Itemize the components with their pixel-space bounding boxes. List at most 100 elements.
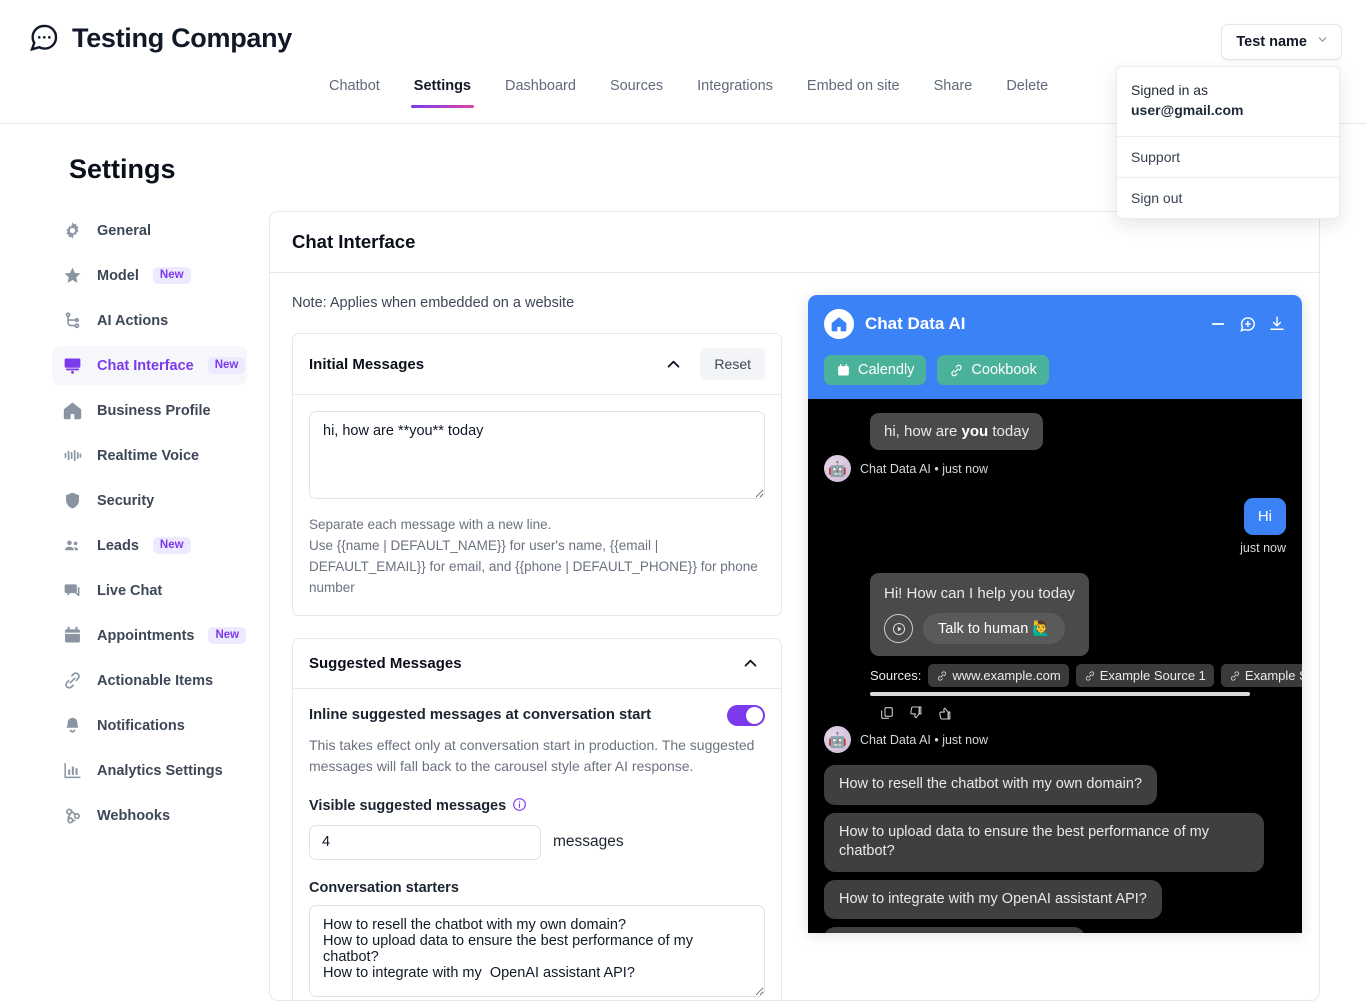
widget-messages: hi, how are you today 🤖 Chat Data AI • j… [808, 399, 1302, 933]
initial-messages-input[interactable] [309, 411, 765, 499]
source-chip-label: www.example.com [952, 668, 1061, 683]
minimize-icon[interactable] [1209, 315, 1227, 333]
top-bar: Testing Company Test name Signed in as u… [0, 0, 1366, 219]
dropdown-item-sign-out[interactable]: Sign out [1117, 176, 1339, 218]
sidebar-item-label: Appointments [97, 627, 195, 644]
settings-column: Note: Applies when embedded on a website… [292, 295, 782, 1000]
user-message-bubble: Hi [1243, 498, 1286, 535]
download-icon[interactable] [1268, 315, 1286, 333]
sidebar-item-appointments[interactable]: Appointments New [52, 616, 247, 655]
conversation-starters-input[interactable] [309, 904, 765, 997]
sidebar-item-webhooks[interactable]: Webhooks [52, 796, 247, 835]
link-icon [936, 670, 948, 682]
bot-avatar: 🤖 [824, 455, 851, 482]
sidebar-item-general[interactable]: General [52, 211, 247, 250]
account-dropdown[interactable]: Signed in as user@gmail.com Support Sign… [1116, 66, 1340, 219]
sidebar-item-analytics-settings[interactable]: Analytics Settings [52, 751, 247, 790]
chevron-up-icon[interactable] [659, 354, 688, 375]
sidebar-item-business-profile[interactable]: Business Profile [52, 391, 247, 430]
sidebar-item-label: Business Profile [97, 402, 211, 419]
source-chip[interactable]: Example Source 1 [1075, 664, 1214, 687]
sidebar-item-badge: New [208, 626, 247, 645]
new-chat-icon[interactable] [1238, 315, 1257, 334]
dropdown-item-support[interactable]: Support [1117, 135, 1339, 177]
sidebar-item-label: Notifications [97, 717, 185, 734]
suggested-message-chip[interactable]: How to integrate with my OpenAI assistan… [824, 879, 1162, 920]
inline-suggested-description: This takes effect only at conversation s… [309, 736, 755, 774]
inline-suggested-label: Inline suggested messages at conversatio… [309, 707, 652, 724]
sidebar-item-notifications[interactable]: Notifications [52, 706, 247, 745]
sidebar-item-model[interactable]: Model New [52, 256, 247, 295]
flow-branch-icon [62, 310, 83, 331]
initial-messages-helper: Separate each message with a new line. Us… [309, 517, 758, 595]
play-circle-icon[interactable] [884, 614, 913, 643]
sidebar-item-chat-interface[interactable]: Chat Interface New [52, 346, 247, 385]
nav-tab-dashboard[interactable]: Dashboard [488, 78, 593, 107]
nav-tab-settings[interactable]: Settings [397, 78, 488, 108]
sidebar-item-badge: New [152, 536, 191, 555]
initial-messages-title: Initial Messages [309, 355, 425, 373]
sidebar-item-label: Webhooks [97, 807, 171, 824]
chevron-down-icon [1316, 33, 1329, 51]
sidebar-item-live-chat[interactable]: Live Chat [52, 571, 247, 610]
thumbs-up-icon[interactable] [937, 705, 953, 721]
suggested-message-chip[interactable]: How to turn on the business profile? [824, 927, 1086, 933]
chat-interface-card: Chat Interface Note: Applies when embedd… [269, 211, 1320, 1001]
visible-suggested-input[interactable] [309, 824, 541, 860]
sidebar-item-security[interactable]: Security [52, 481, 247, 520]
account-name: Test name [1236, 34, 1307, 50]
star-icon [62, 265, 83, 286]
nav-tab-integrations[interactable]: Integrations [680, 78, 790, 107]
link-icon [1084, 670, 1096, 682]
chat-window-icon [62, 355, 83, 376]
shield-icon [62, 490, 83, 511]
info-icon[interactable] [512, 797, 527, 816]
sidebar-item-label: Analytics Settings [97, 762, 223, 779]
nav-tab-embed-on-site[interactable]: Embed on site [790, 78, 917, 107]
nav-tab-delete[interactable]: Delete [989, 78, 1065, 107]
sidebar-item-badge: New [152, 266, 191, 285]
home-icon [824, 309, 854, 339]
initial-messages-panel: Initial Messages Reset Separate each mes… [292, 333, 782, 616]
source-chip[interactable]: Example Source 2 [1220, 664, 1302, 687]
brand: Testing Company [28, 22, 292, 54]
bot-message-text-2: today [988, 423, 1030, 440]
widget-preview-column: Chat Data AI Calendly Cookbook hi, how a… [808, 295, 1302, 1000]
sidebar-item-label: Chat Interface [97, 357, 194, 374]
sources-scrollbar[interactable] [870, 692, 1250, 696]
inline-suggested-toggle[interactable] [727, 704, 765, 726]
widget-chip-calendly[interactable]: Calendly [824, 355, 927, 385]
sidebar-item-label: Leads [97, 537, 139, 554]
nav-tab-share[interactable]: Share [917, 78, 990, 107]
nav-tab-chatbot[interactable]: Chatbot [312, 78, 397, 107]
sidebar-item-realtime-voice[interactable]: Realtime Voice [52, 436, 247, 475]
suggested-message-chip[interactable]: How to resell the chatbot with my own do… [824, 765, 1158, 805]
sidebar-item-ai-actions[interactable]: AI Actions [52, 301, 247, 340]
sidebar-item-label: Live Chat [97, 582, 163, 599]
thumbs-down-icon[interactable] [908, 705, 924, 721]
calendar-icon [836, 363, 851, 378]
talk-to-human-button[interactable]: Talk to human 🙋‍♂️ [923, 613, 1066, 644]
bot-avatar: 🤖 [824, 726, 851, 753]
user-message: Hi just now [824, 498, 1286, 555]
reset-button[interactable]: Reset [700, 348, 765, 380]
link-icon [1229, 670, 1241, 682]
settings-sidebar: General Model New AI Actions Chat Interface N… [24, 211, 247, 1001]
copy-icon[interactable] [879, 705, 895, 721]
sidebar-item-leads[interactable]: Leads New [52, 526, 247, 565]
nav-tab-sources[interactable]: Sources [593, 78, 680, 107]
conversation-starters-label: Conversation starters [309, 879, 459, 896]
widget-chip-label: Cookbook [971, 362, 1037, 378]
sidebar-item-actionable-items[interactable]: Actionable Items [52, 661, 247, 700]
page: Settings General Model New AI Actions Chat I… [0, 154, 1366, 1001]
widget-chip-cookbook[interactable]: Cookbook [937, 355, 1049, 385]
bot-message-text-bold: you [961, 423, 989, 440]
source-chip[interactable]: www.example.com [928, 664, 1069, 687]
suggested-messages-title: Suggested Messages [309, 654, 462, 672]
suggested-message-chip[interactable]: How to upload data to ensure the best pe… [824, 812, 1264, 872]
home-icon [62, 400, 83, 421]
account-menu-button[interactable]: Test name [1221, 24, 1342, 60]
widget-title: Chat Data AI [865, 314, 966, 333]
chevron-up-icon[interactable] [736, 653, 765, 674]
gear-icon [62, 220, 83, 241]
